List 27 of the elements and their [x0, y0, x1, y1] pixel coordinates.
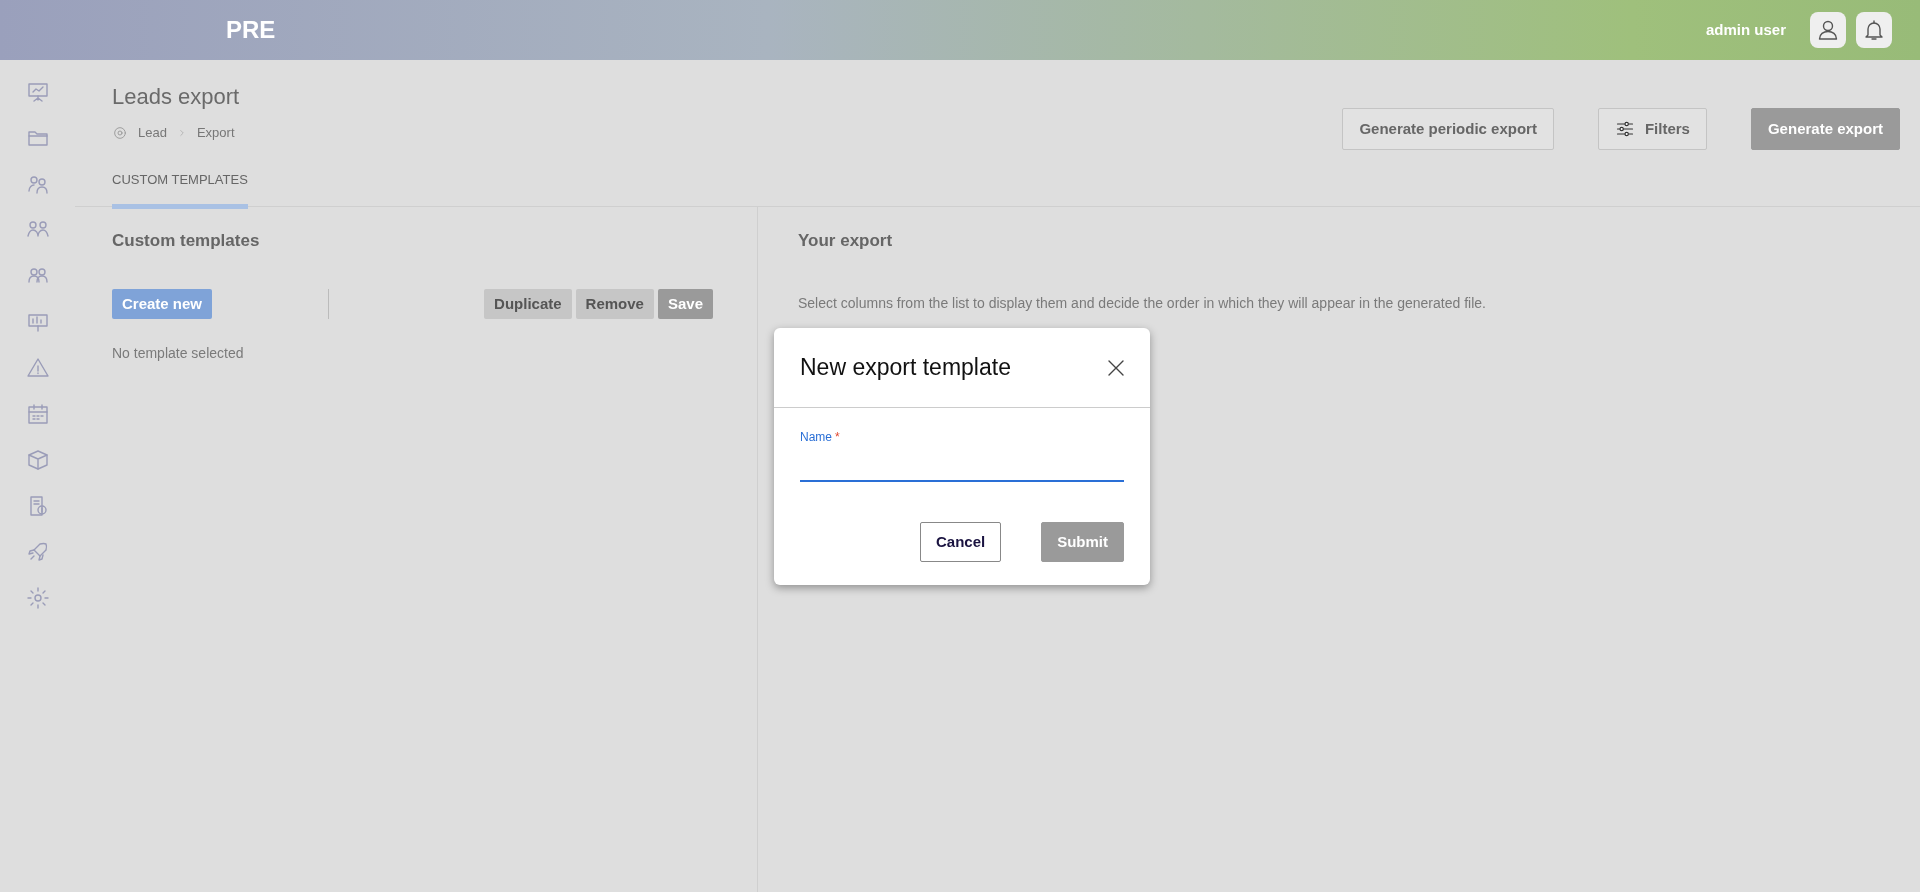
- brand-logo: PRE: [226, 15, 276, 45]
- rocket-icon[interactable]: [25, 540, 50, 564]
- warning-icon[interactable]: [25, 356, 50, 380]
- notifications-button[interactable]: [1856, 12, 1892, 48]
- box-icon[interactable]: [25, 448, 50, 472]
- presentation-icon[interactable]: [25, 80, 50, 104]
- section-heading: Custom templates: [112, 230, 261, 251]
- page-title: Leads export: [112, 83, 240, 111]
- template-button[interactable]: Duplicate: [484, 288, 572, 319]
- template-button[interactable]: Remove: [575, 288, 654, 319]
- tab[interactable]: CUSTOM TEMPLATES: [112, 170, 248, 209]
- gear-icon[interactable]: [25, 586, 50, 610]
- hint-text: Select columns from the list to display them and decide the order in which they will appear in the generated file.: [798, 293, 1487, 313]
- template-button[interactable]: Create new: [112, 288, 213, 319]
- section-heading: Your export: [798, 230, 894, 251]
- cancel-button[interactable]: Cancel: [919, 522, 1002, 562]
- field-label: Name *: [800, 429, 840, 446]
- action-button[interactable]: Generate periodic export: [1342, 108, 1554, 150]
- profile-button[interactable]: [1810, 12, 1846, 48]
- breadcrumb-link[interactable]: Export: [196, 123, 235, 143]
- sliders-icon: [1614, 119, 1635, 139]
- breadcrumb-link[interactable]: Lead: [138, 123, 167, 143]
- calendar-icon[interactable]: [25, 402, 50, 426]
- modal-title: New export template: [800, 353, 1011, 383]
- user-name: admin user: [1705, 19, 1786, 40]
- empty-message: No template selected: [112, 343, 245, 363]
- filters-button[interactable]: Filters: [1597, 108, 1707, 150]
